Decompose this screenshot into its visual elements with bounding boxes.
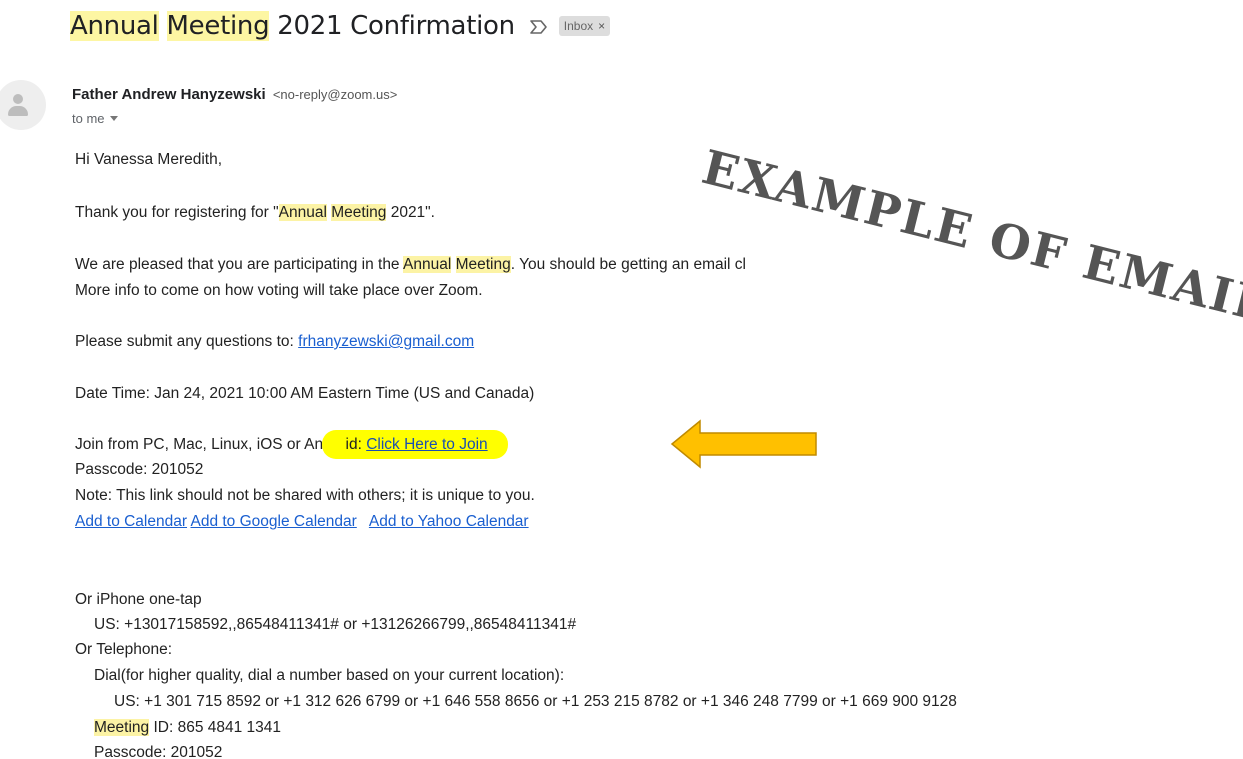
passcode-line: Passcode: 201052 bbox=[75, 461, 204, 478]
subject-highlight-meeting: Meeting bbox=[166, 11, 270, 41]
email-view: Annual Meeting 2021 Confirmation Inbox ×… bbox=[0, 0, 1243, 759]
greeting: Hi Vanessa Meredith, bbox=[75, 151, 223, 168]
recipient-details-toggle[interactable]: to me bbox=[72, 111, 118, 126]
caret-down-icon[interactable] bbox=[109, 116, 118, 121]
sender-email: <no-reply@zoom.us> bbox=[272, 87, 398, 102]
iphone-us-numbers: US: +13017158592,,86548411341# or +13126… bbox=[94, 616, 577, 633]
left-arrow-icon bbox=[670, 419, 817, 469]
subject-rest: 2021 Confirmation bbox=[269, 11, 515, 41]
remove-label-icon[interactable]: × bbox=[598, 18, 605, 34]
questions-email-link[interactable]: frhanyzewski@gmail.com bbox=[298, 333, 474, 350]
highlight-meeting: Meeting bbox=[331, 204, 387, 221]
add-to-google-calendar-link[interactable]: Add to Google Calendar bbox=[190, 513, 356, 530]
email-subject: Annual Meeting 2021 Confirmation bbox=[70, 11, 515, 41]
note-line: Note: This link should not be shared wit… bbox=[75, 487, 535, 504]
add-to-calendar-link[interactable]: Add to Calendar bbox=[75, 513, 187, 530]
highlight-meeting: Meeting bbox=[94, 719, 150, 736]
telephone-heading: Or Telephone: bbox=[75, 641, 173, 658]
inbox-label-text: Inbox bbox=[563, 19, 594, 33]
subject-highlight-annual: Annual bbox=[70, 11, 159, 41]
more-info-line: More info to come on how voting will tak… bbox=[75, 282, 483, 299]
recipient-label: to me bbox=[72, 111, 105, 126]
questions-line: Please submit any questions to: frhanyze… bbox=[75, 333, 475, 350]
calendar-links: Add to Calendar Add to Google Calendar A… bbox=[75, 513, 529, 531]
highlight-annual: Annual bbox=[403, 256, 452, 273]
sender-name[interactable]: Father Andrew Hanyzewski bbox=[72, 86, 266, 103]
pleased-line: We are pleased that you are participatin… bbox=[75, 256, 747, 273]
join-meeting-link[interactable]: Click Here to Join bbox=[366, 436, 487, 453]
iphone-heading: Or iPhone one-tap bbox=[75, 591, 202, 608]
join-highlight: id: Click Here to Join bbox=[321, 430, 508, 459]
thanks-line: Thank you for registering for "Annual Me… bbox=[75, 204, 435, 221]
highlight-annual: Annual bbox=[278, 204, 327, 221]
highlight-meeting: Meeting bbox=[455, 256, 511, 273]
important-marker-icon[interactable] bbox=[529, 19, 549, 35]
subject-row: Annual Meeting 2021 Confirmation Inbox × bbox=[70, 6, 611, 46]
dial-us-numbers: US: +1 301 715 8592 or +1 312 626 6799 o… bbox=[114, 693, 957, 710]
datetime-line: Date Time: Jan 24, 2021 10:00 AM Eastern… bbox=[75, 385, 535, 402]
meeting-id-line: Meeting ID: 865 4841 1341 bbox=[94, 719, 282, 736]
passcode-line-2: Passcode: 201052 bbox=[94, 744, 223, 759]
inbox-label-chip[interactable]: Inbox × bbox=[558, 16, 611, 36]
default-avatar-icon bbox=[0, 80, 46, 130]
join-line: Join from PC, Mac, Linux, iOS or Android… bbox=[75, 430, 508, 459]
sender-line: Father Andrew Hanyzewski <no-reply@zoom.… bbox=[72, 86, 397, 103]
example-stamp: EXAMPLE OF EMAIL bbox=[696, 140, 1243, 335]
add-to-yahoo-calendar-link[interactable]: Add to Yahoo Calendar bbox=[369, 513, 529, 530]
dial-heading: Dial(for higher quality, dial a number b… bbox=[94, 667, 565, 684]
